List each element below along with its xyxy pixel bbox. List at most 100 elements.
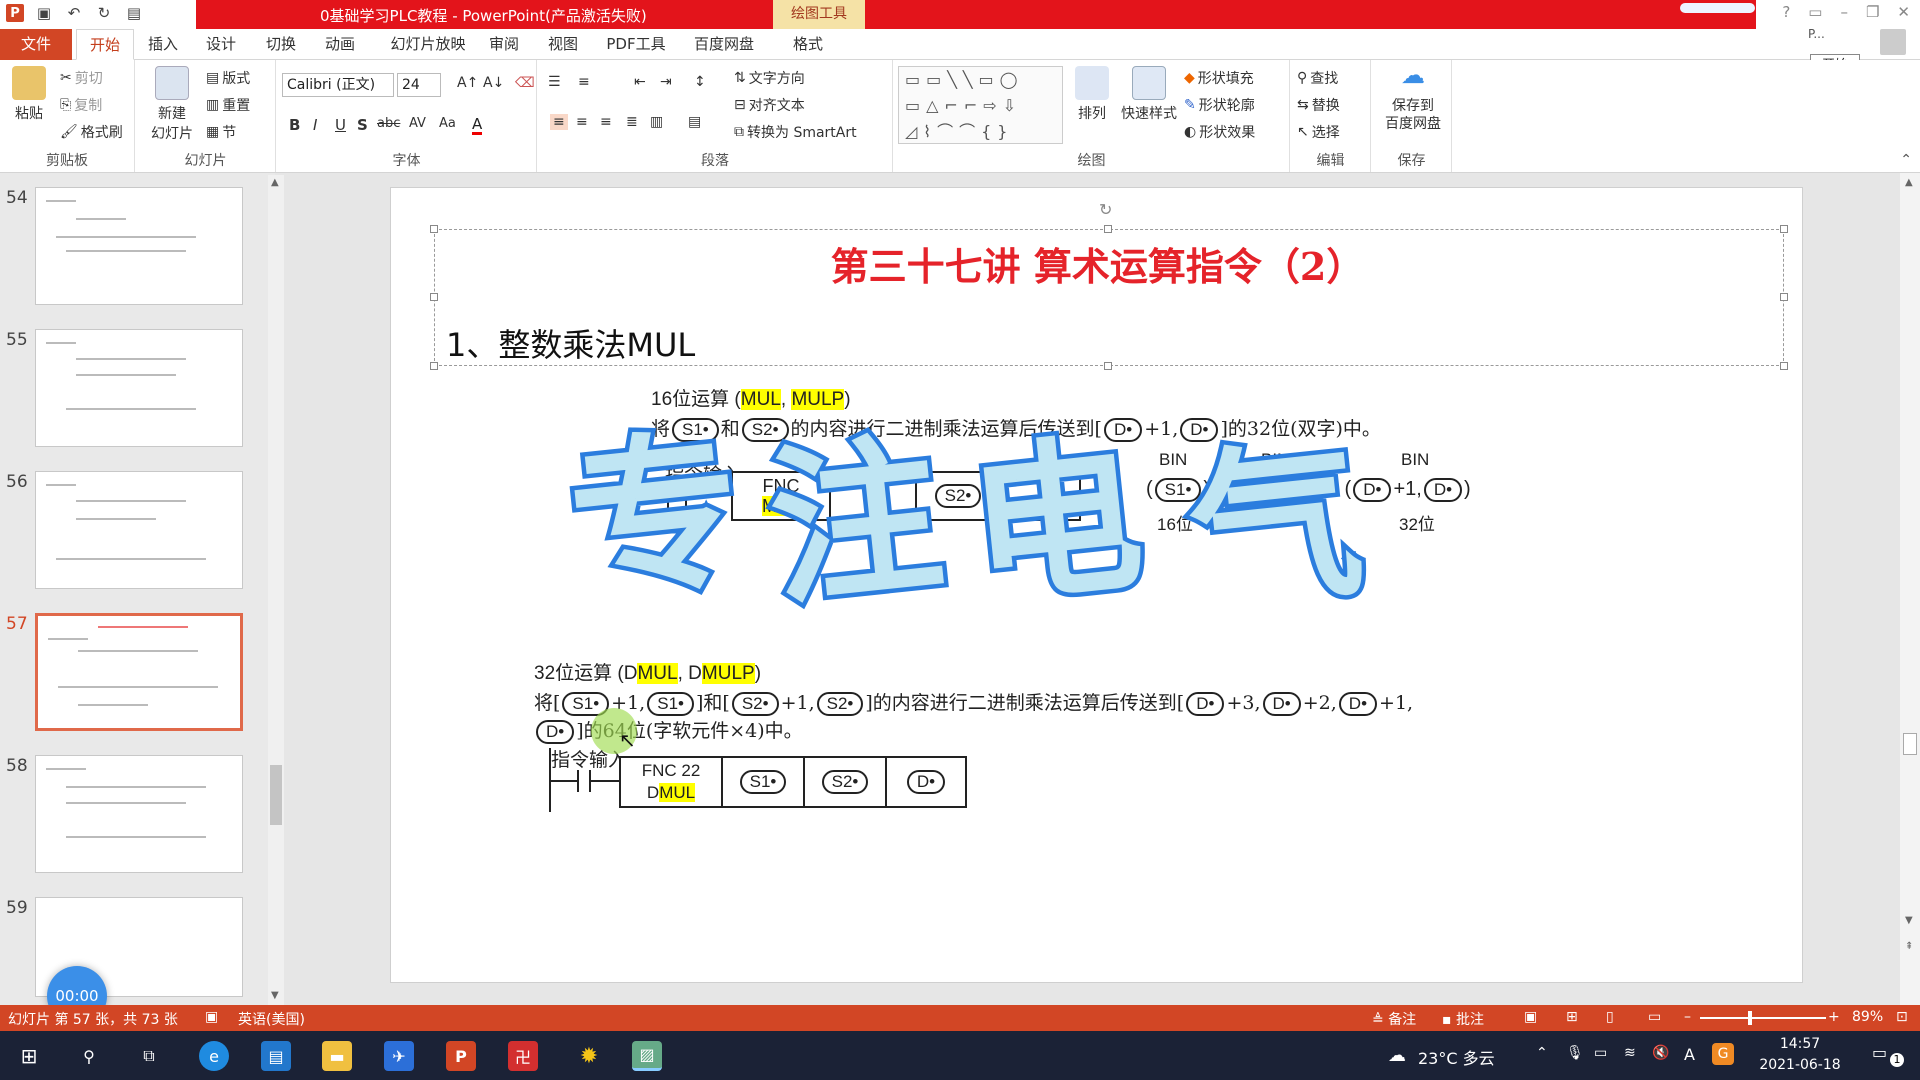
prev-slide-icon[interactable]: ⇞ [1905, 941, 1913, 952]
tab-format[interactable]: 格式 [785, 29, 831, 60]
comments-button[interactable]: ▪ 批注 [1442, 1009, 1484, 1029]
align-text-button[interactable]: ⊟ 对齐文本 [734, 95, 805, 115]
layout-button[interactable]: ▤ 版式 [206, 68, 250, 88]
powerpoint-taskbar-icon[interactable]: P [446, 1041, 476, 1071]
slideshow-icon[interactable]: ▭ [1648, 1009, 1661, 1025]
bold-icon[interactable]: B [289, 116, 300, 134]
zoom-slider[interactable] [1700, 1017, 1826, 1019]
account-name[interactable]: P... [1808, 27, 1842, 51]
resize-handle[interactable] [430, 225, 438, 233]
battery-icon[interactable]: ▭ [1594, 1045, 1607, 1061]
tab-view[interactable]: 视图 [543, 29, 583, 60]
zoom-level[interactable]: 89% [1852, 1009, 1883, 1025]
scroll-thumb[interactable] [270, 765, 282, 825]
shrink-font-icon[interactable]: A↓ [483, 75, 504, 91]
restore-icon[interactable]: ❐ [1866, 3, 1879, 21]
change-case-icon[interactable]: Aa [439, 116, 456, 131]
current-slide[interactable]: ↻ 第三十七讲 算术运算指令（2） 1、整数乘法MUL 16位运算 (MUL, … [390, 187, 1803, 983]
notification-icon[interactable]: ▭ [1872, 1043, 1887, 1062]
resize-handle[interactable] [430, 293, 438, 301]
section-button[interactable]: ▦ 节 [206, 122, 236, 142]
language-text[interactable]: 英语(美国) [238, 1009, 305, 1029]
weather-text[interactable]: 23°C 多云 [1418, 1045, 1495, 1069]
thumbnail-scrollbar[interactable]: ▲ ▼ [268, 175, 284, 1005]
scroll-up-icon[interactable]: ▲ [271, 177, 279, 188]
shape-outline-button[interactable]: ✎ 形状轮廓 [1184, 95, 1255, 115]
tab-transitions[interactable]: 切换 [256, 29, 306, 60]
decrease-indent-icon[interactable]: ⇤ [634, 74, 646, 90]
align-right-icon[interactable]: ≡ [600, 114, 612, 130]
zoom-in-icon[interactable]: + [1828, 1009, 1840, 1025]
shape-fill-button[interactable]: ◆ 形状填充 [1184, 68, 1254, 88]
replace-button[interactable]: ⇆ 替换 [1297, 95, 1340, 115]
present-icon[interactable]: ▤ [124, 3, 144, 23]
slide-thumbnail[interactable] [35, 329, 243, 447]
tab-slideshow[interactable]: 幻灯片放映 [378, 29, 478, 60]
columns-icon[interactable]: ▤ [688, 114, 701, 130]
increase-indent-icon[interactable]: ⇥ [660, 74, 672, 90]
smartart-button[interactable]: ⧉ 转换为 SmartArt [734, 122, 857, 142]
spellcheck-icon[interactable]: ▣ [205, 1009, 218, 1025]
clock-date[interactable]: 2021-06-18 [1756, 1057, 1844, 1073]
format-painter-button[interactable]: 🖌 格式刷 [60, 122, 123, 142]
font-color-icon[interactable]: A [472, 116, 483, 135]
user-avatar[interactable] [1880, 29, 1906, 55]
rotate-handle-icon[interactable]: ↻ [1099, 200, 1112, 219]
new-slide-button[interactable]: 新建 幻灯片 [142, 66, 202, 143]
text-direction-button[interactable]: ⇅ 文字方向 [734, 68, 805, 88]
quick-styles-button[interactable]: 快速样式 [1118, 66, 1180, 123]
scroll-down-icon[interactable]: ▼ [271, 990, 279, 1001]
minimize-icon[interactable]: – [1840, 3, 1848, 21]
zoom-out-icon[interactable]: – [1684, 1009, 1691, 1025]
search-icon[interactable]: ⚲ [74, 1041, 104, 1071]
find-button[interactable]: ⚲ 查找 [1297, 68, 1338, 88]
volume-muted-icon[interactable]: 🔇 [1652, 1045, 1669, 1061]
wifi-icon[interactable]: ≋ [1624, 1045, 1636, 1061]
tab-home[interactable]: 开始 [76, 29, 134, 60]
file-explorer-icon[interactable]: ▬ [322, 1041, 352, 1071]
numbering-icon[interactable]: ≡ [578, 74, 590, 90]
shapes-gallery[interactable]: ▭▭╲╲▭◯ ▭△⌐⌐⇨⇩ ◿⌇⌒⌒{} [898, 66, 1063, 144]
save-to-baidu-button[interactable]: ☁ 保存到 百度网盘 [1382, 63, 1444, 133]
arrange-button[interactable]: 排列 [1072, 66, 1112, 123]
slide-sorter-icon[interactable]: ⊞ [1566, 1009, 1578, 1025]
line-spacing-icon[interactable]: ↕ [694, 74, 706, 90]
tab-pdf-tools[interactable]: PDF工具 [600, 29, 672, 60]
clock-time[interactable]: 14:57 [1762, 1036, 1838, 1052]
tray-expand-icon[interactable]: ⌃ [1536, 1045, 1548, 1061]
bullets-icon[interactable]: ☰ [548, 74, 561, 90]
canvas-scrollbar[interactable]: ▲ ▼ ⇞ [1900, 173, 1920, 1005]
scroll-thumb[interactable] [1903, 733, 1917, 755]
feishu-icon[interactable]: ✈ [384, 1041, 414, 1071]
windows-start-icon[interactable]: ⊞ [14, 1041, 44, 1071]
input-language-indicator[interactable]: A [1684, 1045, 1695, 1064]
ime-icon[interactable]: G [1712, 1043, 1734, 1065]
justify-icon[interactable]: ≣ [626, 114, 638, 130]
store-icon[interactable]: ▤ [261, 1041, 291, 1071]
tab-file[interactable]: 文件 [0, 29, 72, 60]
clear-format-icon[interactable]: ⌫ [515, 75, 535, 91]
tab-insert[interactable]: 插入 [138, 29, 188, 60]
scroll-up-icon[interactable]: ▲ [1905, 177, 1913, 188]
tab-animations[interactable]: 动画 [315, 29, 365, 60]
resize-handle[interactable] [1780, 293, 1788, 301]
sun-app-icon[interactable]: ✹ [574, 1041, 604, 1071]
distributed-icon[interactable]: ▥ [650, 114, 663, 130]
copy-button[interactable]: ⎘ 复制 [60, 95, 102, 115]
char-spacing-icon[interactable]: AV [409, 116, 426, 131]
strikethrough-icon[interactable]: abc [377, 116, 400, 131]
font-family-select[interactable]: Calibri (正文) [282, 73, 394, 97]
notes-button[interactable]: ≜ 备注 [1372, 1009, 1416, 1029]
select-button[interactable]: ↖ 选择 [1297, 122, 1340, 142]
task-view-icon[interactable]: ⧉ [134, 1041, 164, 1071]
tab-baidu-netdisk[interactable]: 百度网盘 [688, 29, 760, 60]
normal-view-icon[interactable]: ▣ [1524, 1009, 1537, 1025]
font-size-select[interactable]: 24 [397, 73, 441, 97]
collapse-ribbon-icon[interactable]: ⌃ [1900, 152, 1912, 168]
underline-icon[interactable]: U [335, 116, 346, 134]
shadow-icon[interactable]: S [357, 116, 368, 134]
tab-review[interactable]: 审阅 [484, 29, 524, 60]
resize-handle[interactable] [1780, 225, 1788, 233]
save-icon[interactable]: ▣ [34, 3, 54, 23]
ribbon-display-icon[interactable]: ▭ [1808, 3, 1822, 21]
